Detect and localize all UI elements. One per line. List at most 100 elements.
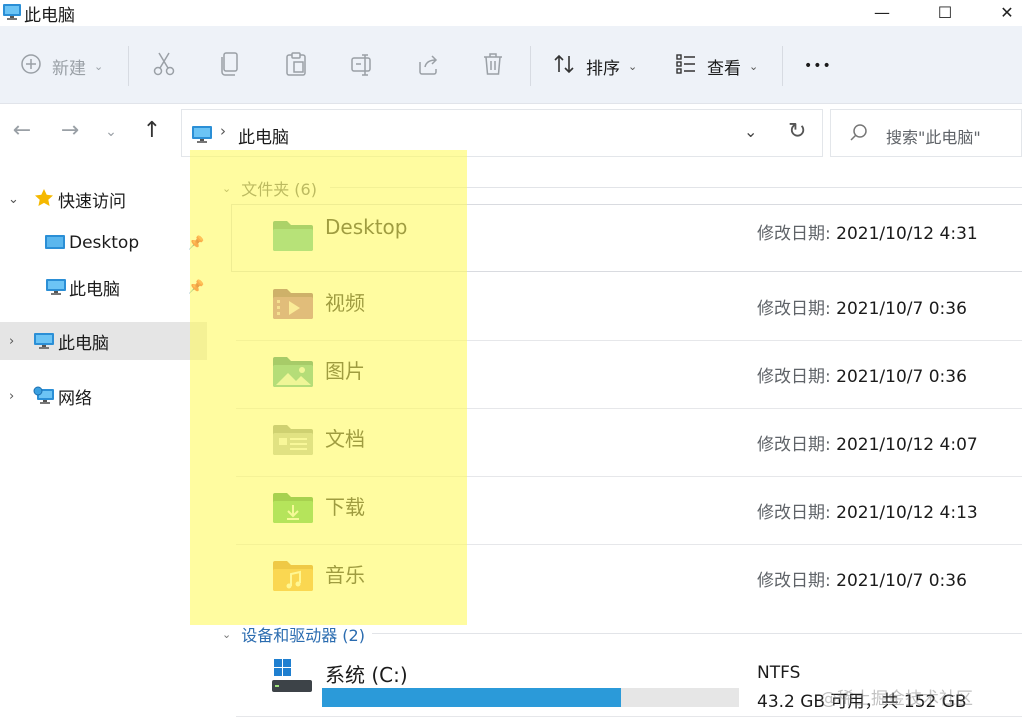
date-label: 修改日期: xyxy=(757,503,831,523)
breadcrumb-this-pc[interactable]: 此电脑 xyxy=(238,123,289,148)
chevron-down-icon: ⌄ xyxy=(94,59,104,73)
more-options-button[interactable]: ••• xyxy=(804,48,832,84)
drives-group-label: 设备和驱动器 (2) xyxy=(241,626,365,645)
maximize-button[interactable]: ☐ xyxy=(925,0,965,24)
chevron-down-icon: ⌄ xyxy=(749,59,759,73)
rename-button[interactable] xyxy=(350,48,374,84)
refresh-icon[interactable]: ↻ xyxy=(788,119,806,144)
drives-group-header[interactable]: ⌄ 设备和驱动器 (2) xyxy=(222,622,365,646)
search-placeholder: 搜索"此电脑" xyxy=(886,128,981,147)
this-pc-icon xyxy=(45,278,67,301)
forward-arrow-icon[interactable]: → xyxy=(55,118,85,143)
folder-name: 文档 xyxy=(325,427,365,451)
clipboard-icon xyxy=(285,51,307,82)
folder-name: 图片 xyxy=(325,359,365,383)
address-history-chevron-icon[interactable]: ⌄ xyxy=(744,122,757,141)
folder-modified-date: 修改日期: 2021/10/7 0:36 xyxy=(757,362,967,387)
toolbar-divider xyxy=(128,46,129,86)
date-value: 2021/10/7 0:36 xyxy=(836,571,967,591)
this-pc-icon xyxy=(2,3,22,25)
pin-icon[interactable]: 📌 xyxy=(188,236,204,251)
back-arrow-icon[interactable]: ← xyxy=(7,118,37,143)
folder-item-desktop[interactable]: Desktop 修改日期: 2021/10/12 4:31 xyxy=(231,204,1022,272)
collapse-chevron-icon: ⌄ xyxy=(222,627,232,641)
sidebar-item-label: 此电脑 xyxy=(69,279,120,300)
sort-icon xyxy=(552,52,576,81)
group-divider xyxy=(330,187,1022,188)
folder-name: Desktop xyxy=(325,215,408,239)
row-divider xyxy=(236,716,1022,717)
date-value: 2021/10/7 0:36 xyxy=(836,299,967,319)
this-pc-icon xyxy=(33,332,55,355)
date-value: 2021/10/12 4:31 xyxy=(836,224,978,244)
drive-filesystem: NTFS xyxy=(757,663,801,683)
watermark-text: @稀土掘金技术社区 xyxy=(820,689,973,709)
collapse-chevron-icon: ⌄ xyxy=(222,181,232,195)
address-row: ← → ⌄ ↑ › 此电脑 ⌄ ↻ 搜索"此电脑" xyxy=(0,104,1022,164)
navigation-pane: ⌄ 快速访问 Desktop 📌 此电脑 📌 › 此电脑 › 网络 xyxy=(0,164,208,724)
copy-button[interactable] xyxy=(219,48,241,84)
folder-modified-date: 修改日期: 2021/10/12 4:31 xyxy=(757,219,978,244)
downloads-folder-icon xyxy=(272,491,314,529)
breadcrumb-separator-icon[interactable]: › xyxy=(220,122,226,140)
collapse-chevron-icon[interactable]: ⌄ xyxy=(8,192,19,207)
trash-icon xyxy=(482,52,504,81)
folders-group-header[interactable]: ⌄ 文件夹 (6) xyxy=(222,176,317,200)
plus-circle-icon xyxy=(20,53,42,80)
share-button[interactable] xyxy=(416,48,440,84)
expand-chevron-icon[interactable]: › xyxy=(9,389,14,404)
scissors-icon xyxy=(152,51,176,82)
sidebar-item-label: Desktop xyxy=(69,233,140,253)
sidebar-item-network[interactable]: › 网络 xyxy=(0,377,208,415)
date-value: 2021/10/7 0:36 xyxy=(836,367,967,387)
view-button[interactable]: 查看 ⌄ xyxy=(675,48,758,84)
paste-button[interactable] xyxy=(285,48,307,84)
command-bar: 新建 ⌄ 排序 ⌄ 查看 ⌄ ••• xyxy=(0,26,1022,104)
share-icon xyxy=(416,52,440,81)
group-divider xyxy=(372,633,1022,634)
folder-item-music[interactable]: 音乐 修改日期: 2021/10/7 0:36 xyxy=(236,545,1022,613)
documents-folder-icon xyxy=(272,423,314,461)
title-bar: 此电脑 — ☐ ✕ xyxy=(0,0,1022,26)
sidebar-item-label: 此电脑 xyxy=(58,333,109,354)
system-drive-icon xyxy=(272,658,312,698)
date-label: 修改日期: xyxy=(757,299,831,319)
sidebar-item-this-pc-pinned[interactable]: 此电脑 📌 xyxy=(0,268,208,306)
search-input[interactable]: 搜索"此电脑" xyxy=(830,109,1022,157)
recent-locations-chevron-icon[interactable]: ⌄ xyxy=(96,124,126,140)
folder-modified-date: 修改日期: 2021/10/12 4:07 xyxy=(757,430,978,455)
new-label: 新建 xyxy=(52,58,86,79)
toolbar-divider xyxy=(530,46,531,86)
drive-usage-bar xyxy=(322,688,739,707)
date-value: 2021/10/12 4:07 xyxy=(836,435,978,455)
videos-folder-icon xyxy=(272,287,314,325)
star-icon xyxy=(34,188,54,213)
address-bar[interactable]: › 此电脑 ⌄ ↻ xyxy=(181,109,823,157)
sort-label: 排序 xyxy=(586,58,620,79)
this-pc-icon xyxy=(191,125,213,149)
close-button[interactable]: ✕ xyxy=(987,0,1022,24)
expand-chevron-icon[interactable]: › xyxy=(9,334,14,349)
sidebar-item-this-pc[interactable]: › 此电脑 xyxy=(0,322,207,360)
drive-usage-fill xyxy=(322,688,621,707)
window-title: 此电脑 xyxy=(24,6,75,26)
toolbar-divider xyxy=(782,46,783,86)
date-value: 2021/10/12 4:13 xyxy=(836,503,978,523)
folder-item-documents[interactable]: 文档 修改日期: 2021/10/12 4:07 xyxy=(236,409,1022,477)
cut-button[interactable] xyxy=(152,48,176,84)
folder-name: 音乐 xyxy=(325,563,365,587)
minimize-button[interactable]: — xyxy=(862,0,902,24)
new-button[interactable]: 新建 ⌄ xyxy=(20,48,103,84)
sort-button[interactable]: 排序 ⌄ xyxy=(552,48,637,84)
date-label: 修改日期: xyxy=(757,571,831,591)
folder-modified-date: 修改日期: 2021/10/7 0:36 xyxy=(757,566,967,591)
sidebar-item-desktop[interactable]: Desktop 📌 xyxy=(0,224,208,262)
pin-icon[interactable]: 📌 xyxy=(188,280,204,295)
sidebar-item-quick-access[interactable]: ⌄ 快速访问 xyxy=(0,180,208,218)
up-arrow-icon[interactable]: ↑ xyxy=(137,118,167,143)
sidebar-item-label: 网络 xyxy=(58,388,92,409)
delete-button[interactable] xyxy=(482,48,504,84)
folder-item-videos[interactable]: 视频 修改日期: 2021/10/7 0:36 xyxy=(236,273,1022,341)
folder-item-pictures[interactable]: 图片 修改日期: 2021/10/7 0:36 xyxy=(236,341,1022,409)
folder-item-downloads[interactable]: 下载 修改日期: 2021/10/12 4:13 xyxy=(236,477,1022,545)
